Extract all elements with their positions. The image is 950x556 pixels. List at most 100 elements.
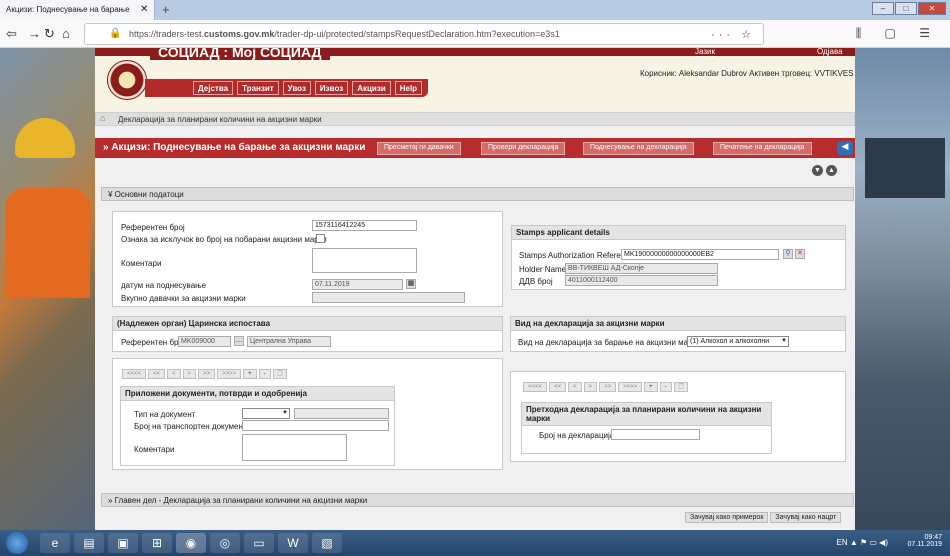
section-title: Основни податоци bbox=[114, 190, 184, 199]
pager-prev-page[interactable]: << bbox=[148, 369, 166, 379]
doc-type-label: Тип на документ bbox=[134, 410, 196, 419]
decl-type-select[interactable]: (1) Алкохол и алкохолни bbox=[687, 336, 789, 347]
firefox-icon[interactable]: ◉ bbox=[176, 533, 206, 553]
vat-label: ДДВ број bbox=[519, 277, 553, 286]
attached-comments-label: Коментари bbox=[134, 445, 175, 454]
page-actions-icon[interactable]: ··· ☆ bbox=[711, 28, 755, 41]
language-selector[interactable]: Јазик bbox=[695, 48, 715, 56]
exception-checkbox[interactable] bbox=[316, 234, 325, 243]
prev-pager-last[interactable]: >>>> bbox=[618, 382, 643, 392]
section-basic-data[interactable]: ¥ Основни податоци bbox=[101, 187, 854, 201]
total-duties-input bbox=[312, 292, 465, 303]
pager-next[interactable]: > bbox=[182, 369, 197, 379]
authority-panel: (Надлежен орган) Царинска испостава Рефе… bbox=[112, 316, 503, 352]
breadcrumb: ⌂ Декларација за планирани количини на а… bbox=[95, 112, 855, 126]
menu-item-help[interactable]: Help bbox=[394, 81, 423, 95]
transport-doc-label: Број на транспортен документ bbox=[134, 422, 247, 431]
browser-tab-active[interactable]: Акцизи: Поднесување на барање ✕ bbox=[0, 0, 155, 20]
menu-item-excise[interactable]: Акцизи bbox=[352, 81, 391, 95]
doc-type-select[interactable] bbox=[242, 408, 290, 419]
section-main-part[interactable]: » Главен дел - Декларација за планирани … bbox=[101, 493, 854, 507]
authority-panel-title: (Надлежен орган) Царинска испостава bbox=[113, 317, 502, 331]
pager-add[interactable]: + bbox=[243, 369, 257, 379]
app-icon[interactable]: ▣ bbox=[108, 533, 138, 553]
pager-remove[interactable]: - bbox=[258, 369, 271, 379]
home-icon[interactable]: ⌂ bbox=[62, 26, 70, 41]
clock[interactable]: 09:47 07.11.2019 bbox=[907, 534, 942, 548]
site-title: СОЦИАД : Мој СОЦИАД bbox=[150, 48, 330, 60]
logout-link[interactable]: Одјава bbox=[817, 48, 843, 56]
folder-icon[interactable]: ▭ bbox=[244, 533, 274, 553]
url-bar[interactable]: 🔒 https://traders-test.customs.gov.mk/tr… bbox=[84, 23, 764, 45]
expand-all-icon[interactable]: ▲ bbox=[826, 165, 837, 176]
pager-next-page[interactable]: >> bbox=[198, 369, 216, 379]
prev-pager-add[interactable]: + bbox=[644, 382, 658, 392]
excel-icon[interactable]: ⊞ bbox=[142, 533, 172, 553]
basic-data-panel: Референтен број 1573116412245 Ознака за … bbox=[112, 211, 503, 307]
attached-comments-textarea[interactable] bbox=[242, 434, 347, 461]
new-tab-icon[interactable]: + bbox=[162, 2, 170, 17]
submit-declaration-button[interactable]: Поднесување на декларација bbox=[583, 142, 694, 155]
url-path: /trader-dp-ui/protected/stampsRequestDec… bbox=[274, 29, 560, 39]
explorer-icon[interactable]: ▤ bbox=[74, 533, 104, 553]
authority-name-input: Централна Управа bbox=[247, 336, 331, 347]
calendar-icon[interactable]: ▦ bbox=[406, 279, 416, 289]
pager-prev[interactable]: < bbox=[167, 369, 181, 379]
pager-last[interactable]: >>>> bbox=[217, 369, 242, 379]
tab-close-icon[interactable]: ✕ bbox=[140, 4, 148, 15]
delete-icon[interactable]: 🗋 bbox=[272, 369, 288, 379]
calculate-duties-button[interactable]: Пресметај ги давачки bbox=[377, 142, 461, 155]
decl-type-panel: Вид на декларација за акцизни марки Вид … bbox=[510, 316, 846, 352]
check-declaration-button[interactable]: Провери декларација bbox=[481, 142, 566, 155]
auth-ref-input[interactable]: MK19000000000000000EB2 bbox=[621, 249, 779, 260]
collapse-all-icon[interactable]: ▼ bbox=[812, 165, 823, 176]
submit-date-label: датум на поднесување bbox=[121, 281, 207, 290]
decl-number-input[interactable] bbox=[611, 429, 700, 440]
home-icon[interactable]: ⌂ bbox=[100, 113, 105, 123]
clear-icon[interactable]: ✕ bbox=[795, 249, 805, 259]
prev-pager-next[interactable]: > bbox=[583, 382, 598, 392]
paint-icon[interactable]: ▧ bbox=[312, 533, 342, 553]
minimize-icon[interactable]: – bbox=[872, 2, 894, 15]
prev-pager-remove[interactable]: - bbox=[659, 382, 672, 392]
footer-actions: Зачувај како примерок Зачувај како нацрт bbox=[685, 512, 842, 523]
language-indicator[interactable]: EN bbox=[837, 538, 848, 547]
maximize-icon[interactable]: □ bbox=[895, 2, 917, 15]
back-arrow-icon[interactable]: ◀ bbox=[837, 141, 853, 155]
prev-pager-first[interactable]: <<<< bbox=[523, 382, 548, 392]
ref-number-input[interactable]: 1573116412245 bbox=[312, 220, 417, 231]
search-icon[interactable]: ⚲ bbox=[783, 249, 793, 259]
menu-item-actions[interactable]: Дејства bbox=[193, 81, 234, 95]
transport-doc-input[interactable] bbox=[242, 420, 389, 431]
window-close-icon[interactable]: ✕ bbox=[918, 2, 946, 15]
comments-textarea[interactable] bbox=[312, 248, 417, 273]
expand-collapse-controls: ▼ ▲ bbox=[812, 165, 837, 176]
prev-pager-prev[interactable]: < bbox=[568, 382, 582, 392]
menu-item-import[interactable]: Увоз bbox=[282, 81, 311, 95]
prev-pager-next-page[interactable]: >> bbox=[599, 382, 617, 392]
menu-item-transit[interactable]: Транзит bbox=[237, 81, 279, 95]
chevron-right-icon: » bbox=[108, 496, 115, 505]
menu-item-export[interactable]: Извоз bbox=[314, 81, 349, 95]
prev-delete-icon[interactable]: 🗋 bbox=[673, 382, 689, 392]
save-as-draft-button[interactable]: Зачувај како нацрт bbox=[770, 512, 842, 523]
save-as-template-button[interactable]: Зачувај како примерок bbox=[685, 512, 769, 523]
back-icon[interactable]: ⇦ bbox=[6, 26, 17, 42]
lookup-icon[interactable]: … bbox=[234, 336, 244, 346]
ie-icon[interactable]: e bbox=[40, 533, 70, 553]
holder-input: ВВ-ТИКВЕШ АД-Скопје bbox=[565, 263, 718, 274]
reload-icon[interactable]: ↻ bbox=[44, 26, 55, 42]
holder-label: Holder Name bbox=[519, 265, 567, 274]
worker-photo bbox=[0, 48, 95, 530]
pager-first[interactable]: <<<< bbox=[122, 369, 147, 379]
lock-icon: 🔒 bbox=[109, 28, 122, 39]
chrome-icon[interactable]: ◎ bbox=[210, 533, 240, 553]
forward-icon[interactable]: → bbox=[28, 26, 41, 41]
breadcrumb-item[interactable]: Декларација за планирани количини на акц… bbox=[118, 115, 322, 124]
start-button-icon[interactable] bbox=[6, 532, 28, 554]
word-icon[interactable]: W bbox=[278, 533, 308, 553]
prev-pager-prev-page[interactable]: << bbox=[549, 382, 567, 392]
print-declaration-button[interactable]: Печатење на декларација bbox=[713, 142, 812, 155]
browser-tab-bar: Акцизи: Поднесување на барање ✕ + – □ ✕ bbox=[0, 0, 950, 20]
toolbar-icons[interactable]: ⫼ ▢ ☰ bbox=[856, 26, 940, 41]
